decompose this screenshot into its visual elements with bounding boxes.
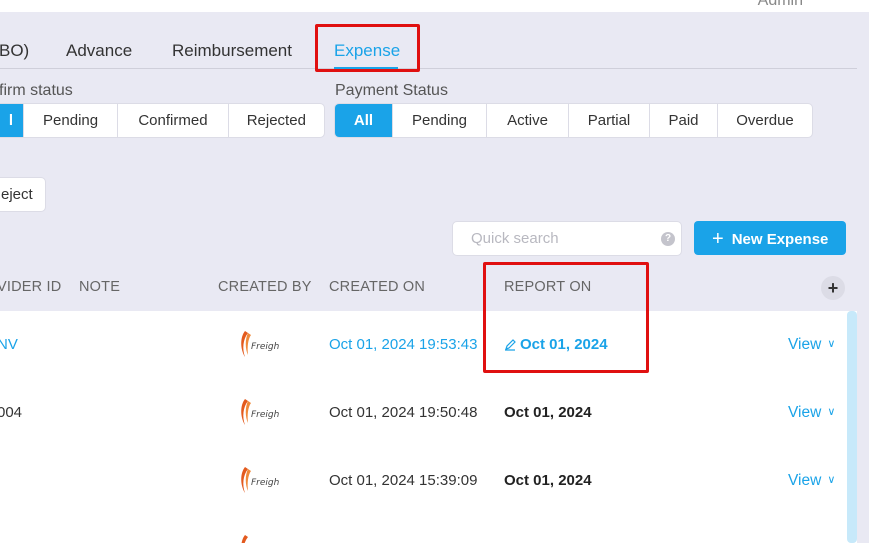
created-on-cell: Oct 01, 2024 19:50:48 <box>329 404 478 421</box>
view-dropdown[interactable]: View ∨ <box>788 336 835 354</box>
freight-logo: Freight <box>241 467 279 493</box>
view-label: View <box>788 472 822 489</box>
created-on-cell: Oct 01, 2024 19:53:43 <box>329 336 478 353</box>
highlight-box-expense-tab <box>315 24 420 72</box>
view-dropdown[interactable]: View ∨ <box>788 472 835 490</box>
payment-status-filter: All Pending Active Partial Paid Overdue <box>334 103 813 138</box>
payment-option-pending[interactable]: Pending <box>393 104 487 137</box>
column-header-note[interactable]: NOTE <box>79 279 120 295</box>
tabs-divider <box>0 68 857 69</box>
confirm-option-pending[interactable]: Pending <box>24 104 119 137</box>
new-expense-label: New Expense <box>731 231 829 248</box>
freight-logo: Freight <box>241 331 279 357</box>
search-input[interactable] <box>471 230 651 247</box>
confirm-option-confirmed[interactable]: Confirmed <box>118 104 229 137</box>
tab-advance[interactable]: Advance <box>66 41 132 61</box>
column-header-created-on[interactable]: CREATED ON <box>329 279 425 295</box>
top-bar: Admin <box>0 0 869 12</box>
tab-partial[interactable]: BO) <box>0 41 29 61</box>
view-label: View <box>788 404 822 421</box>
freight-logo: Freight <box>241 535 248 543</box>
payment-option-partial[interactable]: Partial <box>569 104 650 137</box>
payment-option-paid[interactable]: Paid <box>650 104 718 137</box>
payment-option-overdue[interactable]: Overdue <box>718 104 812 137</box>
confirm-option-rejected[interactable]: Rejected <box>229 104 324 137</box>
column-header-created-by[interactable]: CREATED BY <box>218 279 312 295</box>
add-column-plus-icon[interactable]: + <box>821 276 845 300</box>
scrollbar[interactable] <box>847 311 857 543</box>
column-header-provider-id[interactable]: VIDER ID <box>0 279 61 295</box>
chevron-down-icon: ∨ <box>827 474 836 486</box>
confirm-status-label: firm status <box>0 82 73 99</box>
freight-logo: Freight <box>241 399 279 425</box>
tab-bar: BO) Advance Reimbursement Expense <box>0 12 869 70</box>
reject-button[interactable]: eject <box>0 177 46 212</box>
payment-option-active[interactable]: Active <box>487 104 569 137</box>
view-dropdown[interactable]: View ∨ <box>788 404 835 422</box>
new-expense-button[interactable]: + New Expense <box>694 221 846 255</box>
created-on-cell: Oct 01, 2024 15:39:09 <box>329 472 478 489</box>
quick-search[interactable]: ? <box>452 221 682 256</box>
confirm-option-all[interactable]: l <box>0 104 24 137</box>
tab-reimbursement[interactable]: Reimbursement <box>172 41 292 61</box>
view-label: View <box>788 336 822 353</box>
chevron-down-icon: ∨ <box>827 406 836 418</box>
question-icon[interactable]: ? <box>661 232 675 246</box>
report-on-cell: Oct 01, 2024 <box>504 472 592 489</box>
payment-status-label: Payment Status <box>335 82 448 99</box>
confirm-status-filter: l Pending Confirmed Rejected <box>0 103 325 138</box>
highlight-box-report-on <box>483 262 649 373</box>
provider-id-cell: 004 <box>0 404 23 421</box>
chevron-down-icon: ∨ <box>827 338 836 350</box>
payment-option-all[interactable]: All <box>335 104 393 137</box>
user-name[interactable]: Admin <box>758 0 803 10</box>
svg-text:Freight: Freight <box>251 410 279 420</box>
plus-icon: + <box>712 228 724 250</box>
svg-text:Freight: Freight <box>251 342 279 352</box>
report-on-cell: Oct 01, 2024 <box>504 404 592 421</box>
svg-text:Freight: Freight <box>251 478 279 488</box>
provider-id-cell[interactable]: NV <box>0 336 18 353</box>
